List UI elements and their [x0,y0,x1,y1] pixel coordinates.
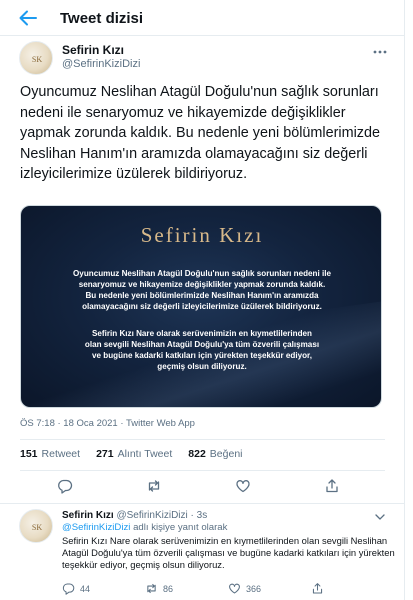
more-options-icon[interactable] [372,512,388,522]
reply-header: Sefirin Kızı @SefirinKiziDizi · 3s [62,510,207,521]
quotes-count: 271 [96,448,114,460]
reply-like-count: 366 [246,583,262,594]
divider [0,503,405,504]
thread-column: Tweet dizisi SK Sefirin Kızı @SefirinKiz… [0,0,405,600]
tweet-stats: 151 Retweet 271 Alıntı Tweet 822 Beğeni [20,448,243,460]
retweets-count: 151 [20,448,38,460]
likes-label: Beğeni [209,448,243,460]
like-icon [229,583,240,594]
retweet-icon [147,583,156,594]
reply-reply-action[interactable]: 44 [62,582,90,595]
window-edge [405,0,413,600]
like-icon[interactable] [235,478,251,494]
svg-text:SK: SK [32,523,42,532]
reply-retweet-count: 86 [163,583,174,594]
divider [20,470,385,471]
replying-to: @SefirinKiziDizi adlı kişiye yanıt olara… [62,522,227,533]
reply-to-suffix: adlı kişiye yanıt olarak [133,522,228,533]
reply-text: Sefirin Kızı Nare olarak serüvenimizin e… [62,535,395,570]
divider [20,439,385,440]
reply-time[interactable]: · 3s [191,510,208,521]
reply-to-mention[interactable]: @SefirinKiziDizi [62,522,130,533]
avatar[interactable]: SK [19,509,53,543]
page-title: Tweet dizisi [60,10,144,27]
share-icon[interactable] [324,478,340,494]
retweet-icon[interactable] [146,478,162,494]
media-paragraph-1: Oyuncumuz Neslihan Atagül Doğulu'nun sağ… [73,269,331,311]
tweet-media[interactable]: Sefirin Kızı Oyuncumuz Neslihan Atagül D… [20,205,382,408]
reply-retweet-action[interactable]: 86 [145,582,173,595]
media-paragraph-2: Sefirin Kızı Nare olarak serüvenimizin e… [84,329,320,371]
more-options-icon[interactable] [372,47,388,57]
tweet-text: Oyuncumuz Neslihan Atagül Doğulu'nun sağ… [20,84,380,182]
reply-icon [62,583,75,595]
svg-text:SK: SK [32,55,42,64]
page-header: Tweet dizisi [0,0,405,36]
author-name[interactable]: Sefirin Kızı [62,43,124,57]
reply-like-action[interactable]: 366 [228,582,261,595]
tweet-timestamp[interactable]: ÖS 7:18 · 18 Oca 2021 · Twitter Web App [20,418,195,429]
quotes-stat[interactable]: 271 Alıntı Tweet [96,448,172,460]
reply-icon[interactable] [57,478,73,494]
likes-stat[interactable]: 822 Beğeni [188,448,242,460]
reply-author-name[interactable]: Sefirin Kızı [62,510,114,521]
share-icon [312,583,323,594]
arrow-left-icon[interactable] [18,9,38,27]
author-handle[interactable]: @SefirinKiziDizi [62,58,140,70]
quotes-label: Alıntı Tweet [117,448,173,460]
reply-author-handle[interactable]: @SefirinKiziDizi [116,510,187,521]
reply-reply-count: 44 [80,583,91,594]
reply-share-action[interactable] [311,582,329,595]
media-logo: Sefirin Kızı [140,223,264,247]
likes-count: 822 [188,448,206,460]
retweets-label: Retweet [41,448,81,460]
retweets-stat[interactable]: 151 Retweet [20,448,80,460]
avatar[interactable]: SK [19,41,53,75]
